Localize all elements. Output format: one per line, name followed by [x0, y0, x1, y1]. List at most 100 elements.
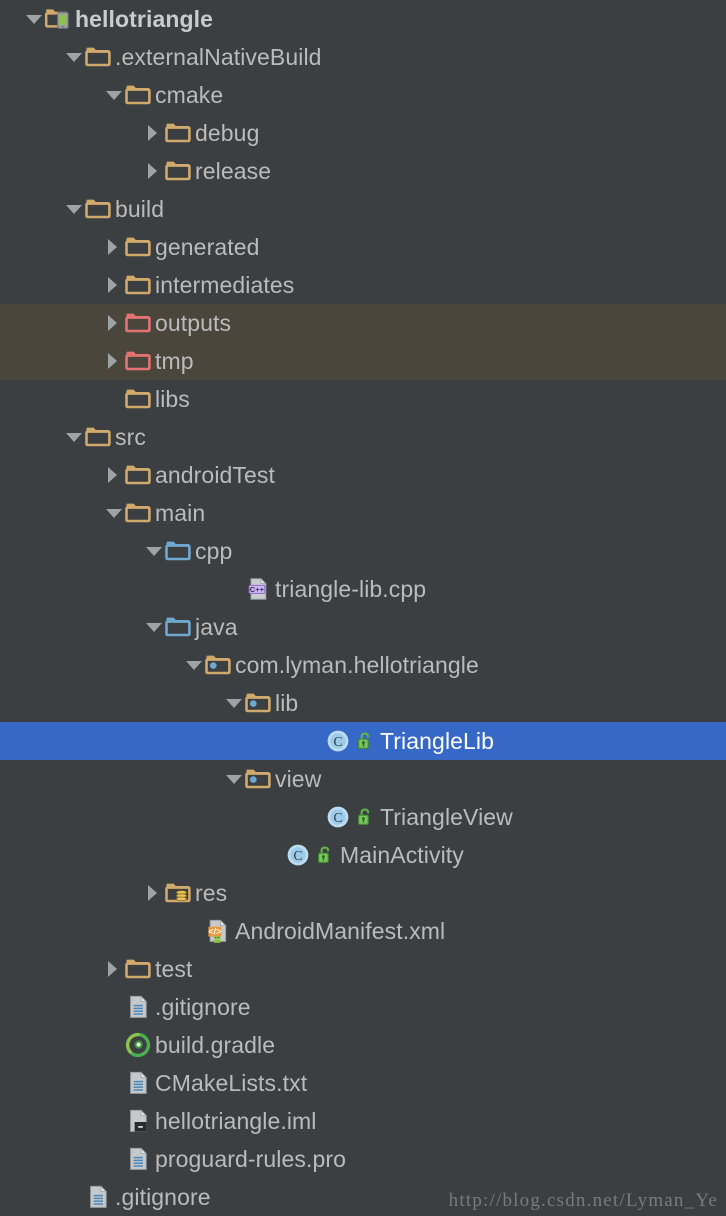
folder-tan-icon [124, 271, 152, 299]
tree-row[interactable]: libs [0, 380, 726, 418]
tree-row-label: androidTest [155, 462, 276, 488]
chevron-down-icon[interactable] [142, 608, 164, 646]
indent-spacer [0, 1159, 102, 1160]
chevron-down-icon[interactable] [182, 646, 204, 684]
chevron-down-icon[interactable] [62, 190, 84, 228]
tree-row[interactable]: generated [0, 228, 726, 266]
tree-row-label: intermediates [155, 272, 295, 298]
tree-row-label: build.gradle [155, 1032, 276, 1058]
indent-spacer [0, 361, 102, 362]
tree-row-label: release [195, 158, 272, 184]
tree-row[interactable]: intermediates [0, 266, 726, 304]
project-tree[interactable]: hellotriangle .externalNativeBuild cmake de… [0, 0, 726, 1214]
tree-row-label: .gitignore [155, 994, 251, 1020]
tree-row[interactable]: java [0, 608, 726, 646]
tree-row[interactable]: outputs [0, 304, 726, 342]
indent-spacer [0, 1083, 102, 1084]
tree-row[interactable]: .gitignore [0, 988, 726, 1026]
tree-row[interactable]: build.gradle [0, 1026, 726, 1064]
tree-row-label: generated [155, 234, 260, 260]
tree-row[interactable]: main [0, 494, 726, 532]
folder-res-icon [164, 879, 192, 907]
tree-row[interactable]: hellotriangle [0, 0, 726, 38]
tree-row-label: .externalNativeBuild [115, 44, 322, 70]
tree-row[interactable]: release [0, 152, 726, 190]
chevron-right-icon[interactable] [102, 304, 124, 342]
chevron-down-icon[interactable] [222, 760, 244, 798]
tree-row[interactable]: C MainActivity [0, 836, 726, 874]
tree-row[interactable]: </> AndroidManifest.xml [0, 912, 726, 950]
tree-row-label: test [155, 956, 193, 982]
chevron-right-icon[interactable] [142, 152, 164, 190]
chevron-down-icon[interactable] [62, 418, 84, 456]
folder-tan-icon [124, 385, 152, 413]
tree-row[interactable]: tmp [0, 342, 726, 380]
tree-row[interactable]: C TriangleLib [0, 722, 726, 760]
tree-row[interactable]: C++ triangle-lib.cpp [0, 570, 726, 608]
tree-row[interactable]: cmake [0, 76, 726, 114]
chevron-right-icon[interactable] [102, 228, 124, 266]
chevron-down-icon[interactable] [102, 76, 124, 114]
tree-row[interactable]: com.lyman.hellotriangle [0, 646, 726, 684]
file-text-icon [124, 1069, 152, 1097]
chevron-right-icon[interactable] [102, 266, 124, 304]
tree-row[interactable]: proguard-rules.pro [0, 1140, 726, 1178]
folder-tan-icon [124, 461, 152, 489]
indent-spacer [0, 665, 182, 666]
unlock-icon [314, 844, 336, 866]
chevron-right-icon[interactable] [102, 950, 124, 988]
chevron-down-icon[interactable] [222, 684, 244, 722]
svg-text:C: C [333, 810, 342, 825]
tree-row[interactable]: .externalNativeBuild [0, 38, 726, 76]
folder-tan-icon [124, 233, 152, 261]
file-cpp-icon: C++ [244, 575, 272, 603]
chevron-right-icon[interactable] [102, 456, 124, 494]
folder-blue-icon [164, 613, 192, 641]
tree-row[interactable]: CMakeLists.txt [0, 1064, 726, 1102]
indent-spacer [0, 285, 102, 286]
tree-row[interactable]: src [0, 418, 726, 456]
folder-tan-icon [84, 423, 112, 451]
tree-row-label: MainActivity [340, 842, 464, 868]
tree-row-label: debug [195, 120, 260, 146]
tree-row-label: libs [155, 386, 190, 412]
indent-spacer [0, 95, 102, 96]
chevron-right-icon[interactable] [102, 342, 124, 380]
indent-spacer [0, 741, 302, 742]
tree-row[interactable]: res [0, 874, 726, 912]
chevron-right-icon[interactable] [142, 874, 164, 912]
indent-spacer [0, 437, 62, 438]
tree-row[interactable]: lib [0, 684, 726, 722]
tree-row-label: AndroidManifest.xml [235, 918, 446, 944]
indent-spacer [0, 475, 102, 476]
svg-text:C++: C++ [250, 585, 265, 594]
tree-row[interactable]: C TriangleView [0, 798, 726, 836]
tree-row[interactable]: build [0, 190, 726, 228]
tree-row[interactable]: hellotriangle.iml [0, 1102, 726, 1140]
tree-row[interactable]: androidTest [0, 456, 726, 494]
tree-row-label: java [195, 614, 238, 640]
indent-spacer [0, 513, 102, 514]
folder-tan-icon [124, 499, 152, 527]
tree-row[interactable]: cpp [0, 532, 726, 570]
tree-row[interactable]: view [0, 760, 726, 798]
tree-row-label: cpp [195, 538, 233, 564]
indent-spacer [0, 323, 102, 324]
svg-text:</>: </> [208, 926, 221, 936]
indent-spacer [0, 855, 262, 856]
tree-row[interactable]: .gitignore [0, 1178, 726, 1216]
chevron-down-icon[interactable] [142, 532, 164, 570]
tree-row[interactable]: test [0, 950, 726, 988]
svg-text:C: C [293, 848, 302, 863]
chevron-right-icon[interactable] [142, 114, 164, 152]
indent-spacer [0, 627, 142, 628]
chevron-down-icon[interactable] [102, 494, 124, 532]
tree-row[interactable]: debug [0, 114, 726, 152]
chevron-down-icon[interactable] [62, 38, 84, 76]
indent-spacer [0, 703, 222, 704]
chevron-down-icon[interactable] [22, 0, 44, 38]
